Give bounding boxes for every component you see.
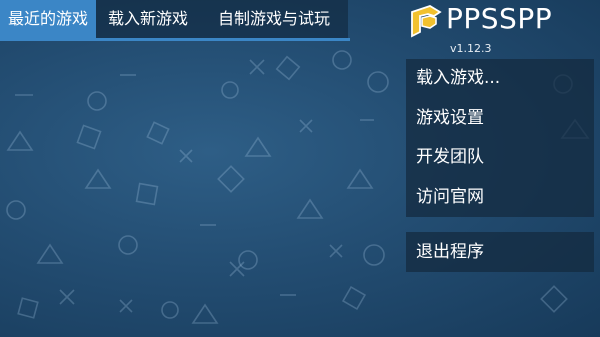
menu-visit-website[interactable]: 访问官网 bbox=[406, 178, 594, 218]
app-version: v1.12.3 bbox=[450, 42, 492, 55]
tab-bar: 最近的游戏 载入新游戏 自制游戏与试玩 bbox=[0, 0, 350, 38]
tab-homebrew-demos[interactable]: 自制游戏与试玩 bbox=[200, 0, 349, 38]
tab-load-new-game[interactable]: 载入新游戏 bbox=[96, 0, 201, 38]
menu-credits[interactable]: 开发团队 bbox=[406, 138, 594, 178]
tab-recent-games[interactable]: 最近的游戏 bbox=[0, 0, 97, 38]
ppsspp-logo-icon bbox=[411, 5, 442, 38]
exit-menu: 退出程序 bbox=[406, 232, 594, 272]
main-menu: 载入游戏... 游戏设置 开发团队 访问官网 bbox=[406, 59, 594, 217]
menu-exit-button[interactable]: 退出程序 bbox=[406, 232, 594, 272]
app-name: PPSSPP bbox=[446, 2, 553, 35]
tab-underline bbox=[0, 38, 350, 41]
menu-game-settings[interactable]: 游戏设置 bbox=[406, 99, 594, 139]
app-logo: PPSSPP v1.12.3 bbox=[408, 2, 558, 58]
menu-load-game[interactable]: 载入游戏... bbox=[406, 59, 594, 99]
